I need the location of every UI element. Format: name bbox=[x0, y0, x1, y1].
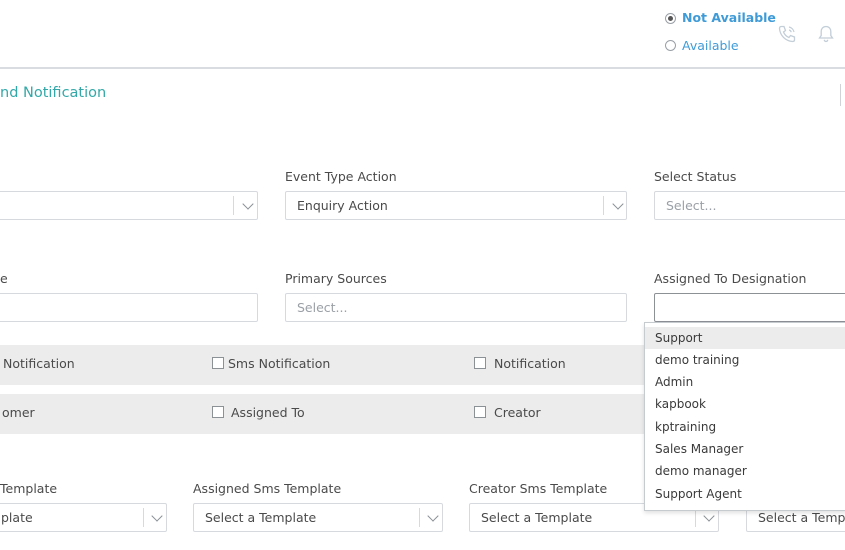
dropdown-option-demo-manager[interactable]: demo manager bbox=[645, 460, 845, 482]
row2-first-field[interactable] bbox=[0, 293, 258, 322]
chevron-down-icon[interactable] bbox=[703, 510, 715, 522]
dropdown-option-admin[interactable]: Admin bbox=[645, 371, 845, 393]
field-separator bbox=[233, 196, 234, 215]
event-type-action-select[interactable]: Enquiry Action bbox=[285, 191, 627, 220]
notification-label: Notification bbox=[494, 356, 566, 371]
radio-available[interactable] bbox=[665, 40, 676, 51]
creator-checkbox[interactable] bbox=[474, 406, 486, 418]
row2-first-label: e bbox=[0, 271, 8, 286]
customer-sms-template-select[interactable]: plate bbox=[0, 503, 167, 532]
field-separator bbox=[143, 508, 144, 527]
event-type-action-value: Enquiry Action bbox=[297, 198, 388, 213]
customer-sms-template-label: Template bbox=[0, 481, 58, 496]
bell-icon[interactable] bbox=[817, 24, 835, 44]
dropdown-option-support[interactable]: Support bbox=[645, 327, 845, 349]
dropdown-option-demo-training[interactable]: demo training bbox=[645, 349, 845, 371]
dropdown-option-support-agent[interactable]: Support Agent bbox=[645, 483, 845, 505]
sms-notification-label: Sms Notification bbox=[228, 356, 331, 371]
fourth-sms-template-value: Select a Templa bbox=[758, 510, 845, 525]
primary-sources-select[interactable]: Select... bbox=[285, 293, 627, 322]
primary-sources-placeholder: Select... bbox=[297, 300, 348, 315]
event-type-action-label: Event Type Action bbox=[285, 169, 397, 184]
sms-notification-checkbox[interactable] bbox=[212, 357, 224, 369]
dropdown-option-kapbook[interactable]: kapbook bbox=[645, 393, 845, 415]
customer-sms-template-value: plate bbox=[1, 510, 33, 525]
radio-not-available[interactable] bbox=[665, 13, 676, 24]
dropdown-option-kptraining[interactable]: kptraining bbox=[645, 416, 845, 438]
chevron-down-icon[interactable] bbox=[427, 510, 439, 522]
customer-label: omer bbox=[2, 405, 35, 420]
assigned-sms-template-label: Assigned Sms Template bbox=[193, 481, 342, 496]
assigned-sms-template-value: Select a Template bbox=[205, 510, 317, 525]
primary-sources-label: Primary Sources bbox=[285, 271, 387, 286]
assigned-to-designation-select[interactable] bbox=[654, 293, 845, 322]
page-title: nd Notification bbox=[0, 85, 107, 101]
assigned-to-label: Assigned To bbox=[231, 405, 305, 420]
creator-label: Creator bbox=[494, 405, 541, 420]
assigned-to-checkbox[interactable] bbox=[212, 406, 224, 418]
edge-control bbox=[840, 84, 845, 106]
phone-icon[interactable] bbox=[777, 24, 797, 44]
status-available-label[interactable]: Available bbox=[682, 38, 739, 53]
field-separator bbox=[603, 196, 604, 215]
creator-sms-template-value: Select a Template bbox=[481, 510, 593, 525]
designation-dropdown-menu: Support demo training Admin kapbook kptr… bbox=[644, 322, 845, 511]
notification-checkbox-label-1: Notification bbox=[3, 356, 75, 371]
assigned-to-designation-label: Assigned To Designation bbox=[654, 271, 807, 286]
status-not-available-label[interactable]: Not Available bbox=[682, 10, 776, 25]
select-status-select[interactable]: Select... bbox=[654, 191, 845, 220]
creator-sms-template-label: Creator Sms Template bbox=[469, 481, 608, 496]
field-separator bbox=[419, 508, 420, 527]
chevron-down-icon[interactable] bbox=[151, 510, 163, 522]
chevron-down-icon[interactable] bbox=[612, 198, 624, 210]
dropdown-option-sales-manager[interactable]: Sales Manager bbox=[645, 438, 845, 460]
select-status-placeholder: Select... bbox=[666, 198, 717, 213]
chevron-down-icon[interactable] bbox=[242, 198, 254, 210]
event-type-select[interactable] bbox=[0, 191, 258, 220]
notification-checkbox[interactable] bbox=[474, 357, 486, 369]
select-status-label: Select Status bbox=[654, 169, 737, 184]
assigned-sms-template-select[interactable]: Select a Template bbox=[193, 503, 443, 532]
